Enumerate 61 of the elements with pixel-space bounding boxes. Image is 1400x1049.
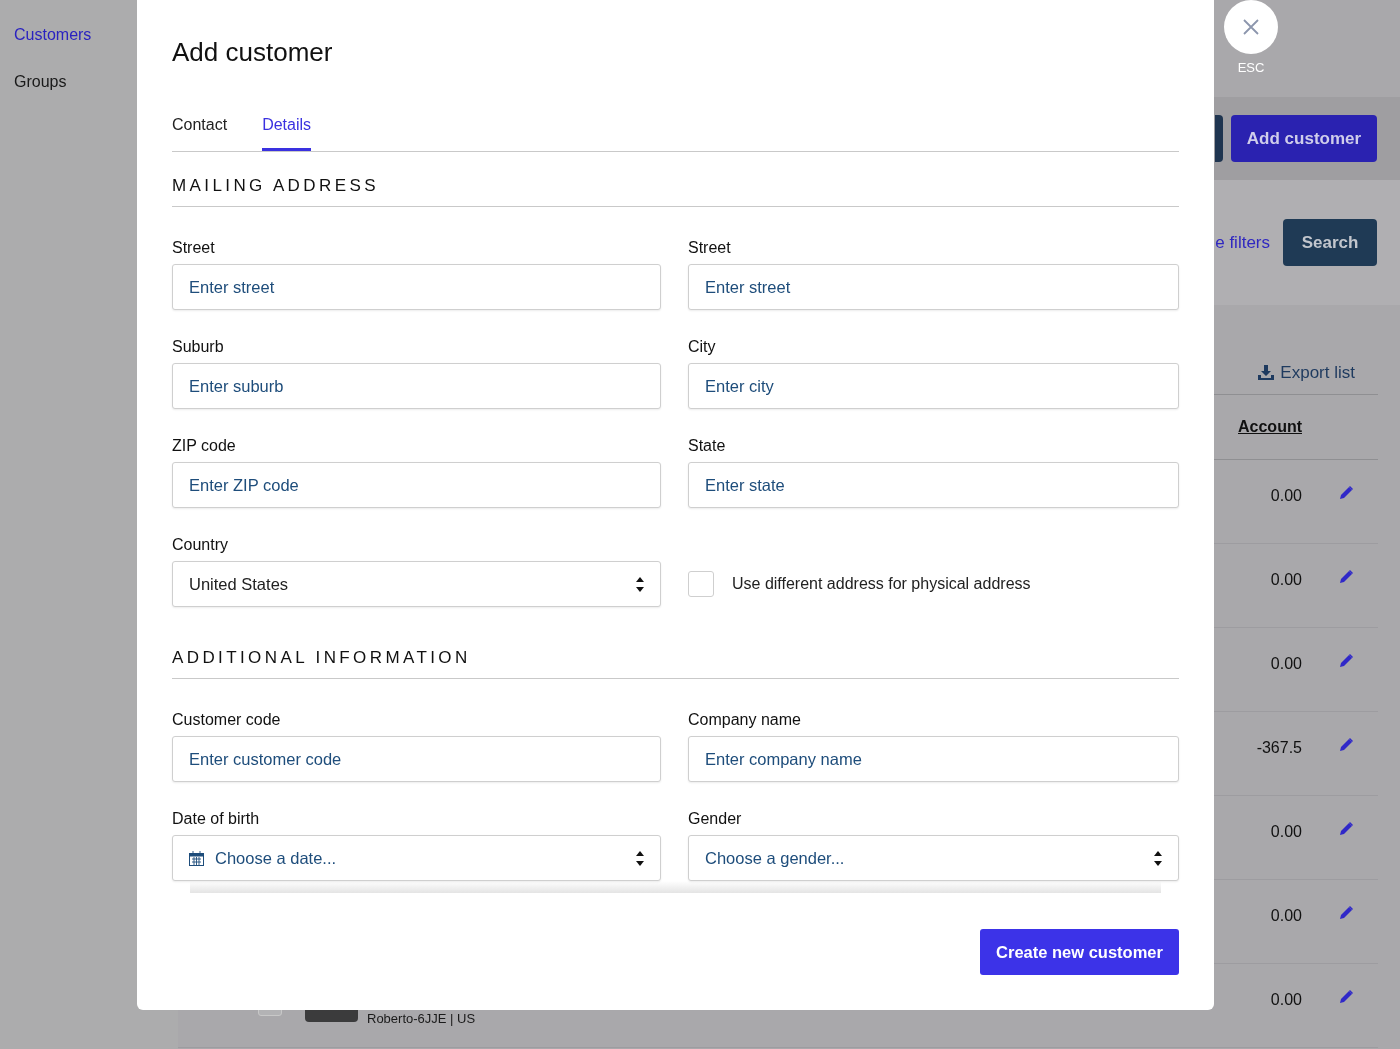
input-field[interactable]: Enter company name [688, 736, 1179, 782]
field-label: Street [688, 238, 732, 258]
field-label: State [688, 436, 727, 456]
column-header[interactable]: Account [1238, 415, 1302, 439]
select-field[interactable]: United States [172, 561, 661, 607]
field-label: Customer code [172, 710, 282, 730]
close-icon [1243, 19, 1259, 35]
input-field[interactable]: Enter customer code [172, 736, 661, 782]
field-label: Company name [688, 710, 802, 730]
account-value: 0.00 [1270, 906, 1302, 926]
field-label: Suburb [172, 337, 225, 357]
account-value: -367.5 [1256, 738, 1302, 758]
pencil-icon [1339, 570, 1353, 584]
field-label: Street [172, 238, 216, 258]
input-field[interactable]: Enter city [688, 363, 1179, 409]
create-customer-button[interactable]: Create new customer [980, 929, 1179, 975]
modal-title: Add customer [172, 36, 334, 68]
sidebar-link[interactable]: Customers [14, 24, 92, 46]
calendar-icon [189, 850, 204, 866]
sort-arrows-icon [636, 850, 644, 866]
field-label: Date of birth [172, 809, 261, 829]
section-heading: ADDITIONAL INFORMATION [172, 632, 1179, 679]
toolbar-button[interactable] [1215, 115, 1223, 162]
sort-arrows-icon [636, 576, 644, 592]
sort-arrows-icon [1154, 850, 1162, 866]
field-label: ZIP code [172, 436, 237, 456]
account-value: 0.00 [1270, 654, 1302, 674]
pencil-icon [1339, 822, 1353, 836]
select-field[interactable]: Choose a gender... [688, 835, 1179, 881]
esc-label: ESC [1236, 59, 1266, 77]
field-label: City [688, 337, 717, 357]
pencil-icon [1339, 486, 1353, 500]
input-field[interactable]: Enter street [172, 264, 661, 310]
account-value: 0.00 [1270, 486, 1302, 506]
pencil-icon [1339, 738, 1353, 752]
input-field[interactable]: Enter street [688, 264, 1179, 310]
account-value: 0.00 [1270, 822, 1302, 842]
input-field[interactable]: Enter suburb [172, 363, 661, 409]
field-label: Gender [688, 809, 743, 829]
pencil-icon [1339, 654, 1353, 668]
pencil-icon [1339, 990, 1353, 1004]
field-label: Country [172, 535, 230, 555]
input-field[interactable]: Enter state [688, 462, 1179, 508]
section-heading: MAILING ADDRESS [172, 152, 1179, 207]
close-button[interactable] [1224, 0, 1278, 54]
account-value: 0.00 [1270, 570, 1302, 590]
date-picker[interactable]: Choose a date... [172, 835, 661, 881]
checkbox[interactable] [688, 571, 714, 597]
customer-name: Roberto-6JJE | US [367, 1011, 476, 1027]
add-customer-button[interactable]: Add customer [1231, 115, 1377, 162]
input-field[interactable]: Enter ZIP code [172, 462, 661, 508]
account-value: 0.00 [1270, 990, 1302, 1010]
filters-link[interactable]: e filters [1215, 229, 1270, 256]
checkbox-label: Use different address for physical address [732, 574, 1031, 594]
sidebar-link[interactable]: Groups [14, 71, 67, 93]
tab[interactable]: Contact [172, 113, 228, 151]
export-link[interactable]: Export list [1258, 351, 1355, 394]
tab[interactable]: Details [262, 113, 312, 151]
download-icon [1258, 365, 1275, 380]
pencil-icon [1339, 906, 1353, 920]
search-button[interactable]: Search [1283, 219, 1377, 266]
